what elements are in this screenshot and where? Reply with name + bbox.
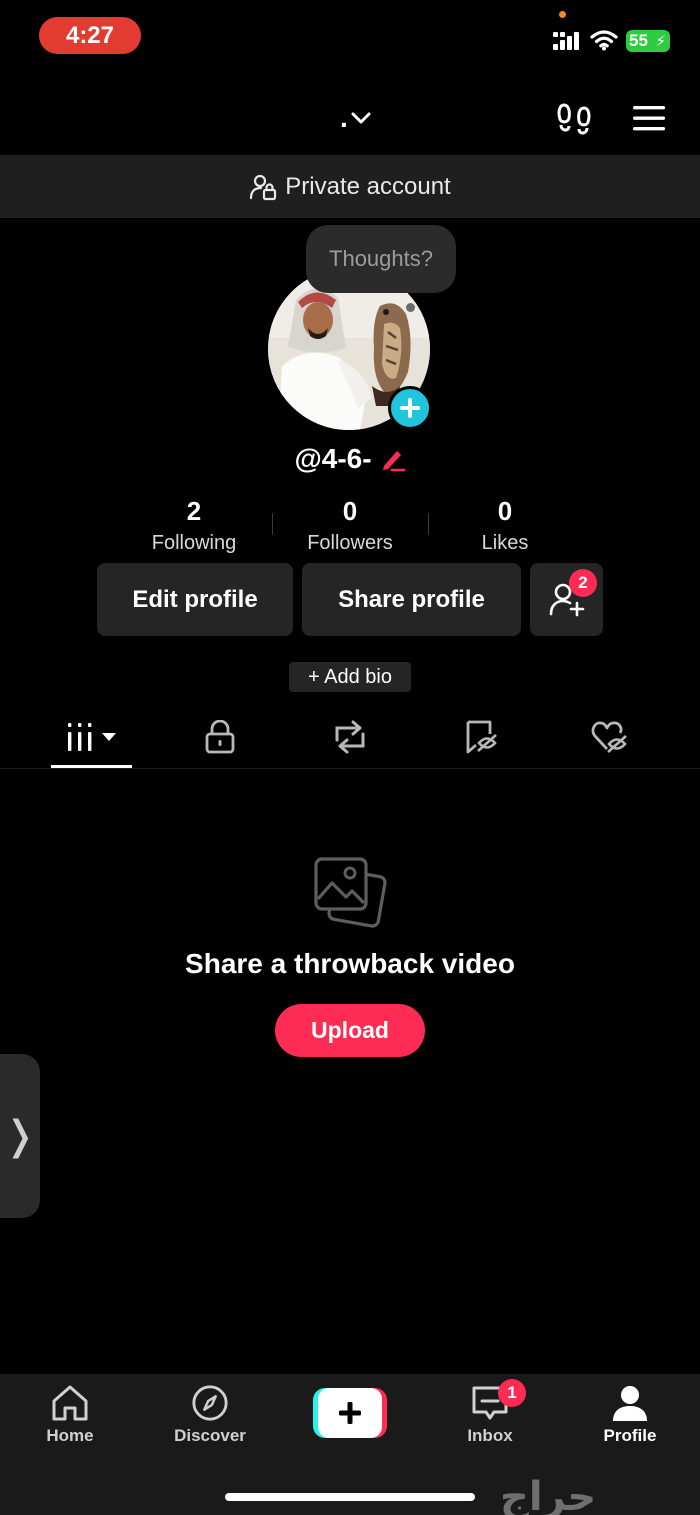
edit-pencil-icon[interactable] xyxy=(380,446,406,472)
friends-notification-badge: 2 xyxy=(569,569,597,597)
share-profile-button[interactable]: Share profile xyxy=(302,563,521,636)
likes-stat[interactable]: 0 Likes xyxy=(425,494,585,555)
followers-label: Followers xyxy=(307,532,393,554)
tabs-divider xyxy=(0,768,700,769)
menu-icon[interactable] xyxy=(632,104,666,132)
footprints-icon[interactable] xyxy=(556,99,594,137)
wifi-icon xyxy=(590,30,618,51)
nav-discover[interactable]: Discover xyxy=(155,1384,265,1446)
create-plus-icon xyxy=(313,1388,387,1438)
tab-favorites[interactable] xyxy=(452,714,512,760)
tab-liked[interactable] xyxy=(580,714,640,760)
lock-icon xyxy=(205,720,235,754)
nav-home[interactable]: Home xyxy=(15,1384,125,1446)
add-bio-button[interactable]: + Add bio xyxy=(289,662,411,692)
haraj-watermark: حراج xyxy=(500,1474,597,1515)
tab-private[interactable] xyxy=(190,714,250,760)
inbox-notification-badge: 1 xyxy=(498,1379,526,1407)
create-button[interactable] xyxy=(313,1388,387,1438)
followers-count: 0 xyxy=(342,496,358,526)
username: @4-6- xyxy=(294,443,372,474)
heart-hidden-icon xyxy=(591,721,627,753)
home-indicator xyxy=(225,1493,475,1501)
profile-person-icon xyxy=(613,1386,647,1421)
nav-profile[interactable]: Profile xyxy=(575,1384,685,1446)
account-switcher[interactable]: . xyxy=(340,100,385,136)
compass-icon xyxy=(192,1385,228,1421)
nav-discover-label: Discover xyxy=(174,1426,246,1445)
nav-inbox-label: Inbox xyxy=(467,1426,513,1445)
upload-button[interactable]: Upload xyxy=(275,1004,425,1057)
cellular-signal-icon xyxy=(553,32,579,50)
add-story-button[interactable] xyxy=(388,386,432,430)
edit-profile-button[interactable]: Edit profile xyxy=(97,563,293,636)
bottom-navigation: Home Discover Inbox 1 Profile حراج xyxy=(0,1374,700,1515)
likes-count: 0 xyxy=(497,496,513,526)
following-label: Following xyxy=(151,532,237,554)
tab-videos[interactable] xyxy=(51,714,132,760)
following-count: 2 xyxy=(186,496,202,526)
bookmark-hidden-icon xyxy=(466,720,497,754)
private-user-lock-icon xyxy=(250,174,277,200)
empty-state-title: Share a throwback video xyxy=(185,948,515,979)
privacy-indicator-dot xyxy=(559,11,566,18)
charging-bolt-icon: ⚡ xyxy=(655,33,666,50)
videos-grid-icon xyxy=(67,723,116,751)
side-panel-handle[interactable]: ❭ xyxy=(0,1054,40,1218)
nav-inbox[interactable]: Inbox xyxy=(435,1384,545,1446)
chevron-down-icon xyxy=(351,112,371,124)
nav-home-label: Home xyxy=(46,1426,94,1445)
followers-stat[interactable]: 0 Followers xyxy=(270,494,430,555)
username-row[interactable]: @4-6- xyxy=(0,443,700,475)
private-account-label: Private account xyxy=(285,172,451,200)
account-handle: . xyxy=(340,102,348,133)
nav-profile-label: Profile xyxy=(603,1426,657,1445)
plus-icon xyxy=(400,398,420,418)
thoughts-bubble-tail xyxy=(406,303,415,312)
thoughts-bubble[interactable]: Thoughts? xyxy=(306,225,456,293)
home-icon xyxy=(52,1385,88,1421)
battery-indicator: 55 ⚡ xyxy=(626,30,670,52)
following-stat[interactable]: 2 Following xyxy=(114,494,274,555)
thoughts-bubble-text: Thoughts? xyxy=(329,246,433,271)
repost-icon xyxy=(335,720,365,754)
photo-stack-icon xyxy=(314,857,387,928)
private-account-banner: Private account xyxy=(0,155,700,218)
likes-label: Likes xyxy=(481,532,529,554)
battery-level: 55 xyxy=(629,31,648,50)
tab-reposts[interactable] xyxy=(318,714,382,760)
status-time: 4:27 xyxy=(39,17,141,54)
